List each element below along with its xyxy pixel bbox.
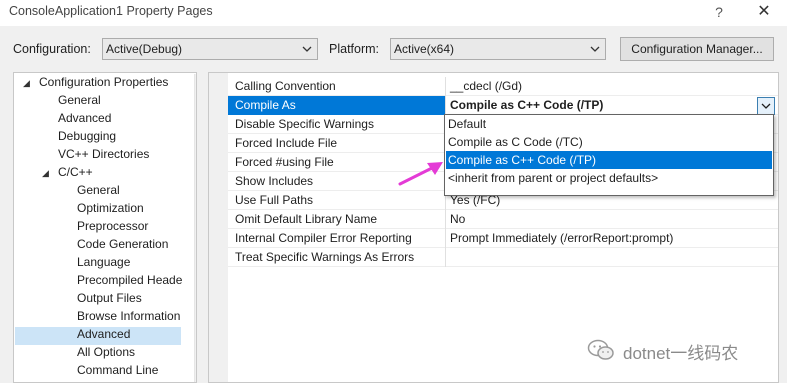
column-divider <box>445 77 446 96</box>
property-value: Prompt Immediately (/errorReport:prompt) <box>450 231 674 245</box>
property-value: No <box>450 212 466 226</box>
grid-row[interactable]: Treat Specific Warnings As Errors <box>228 248 778 267</box>
property-name: Show Includes <box>235 174 314 188</box>
configuration-value: Active(Debug) <box>106 42 183 56</box>
platform-label: Platform: <box>329 42 380 56</box>
compile-as-dropdown-button[interactable] <box>757 97 775 115</box>
watermark: dotnet一线码农 <box>587 336 777 364</box>
property-value: Compile as C++ Code (/TP) <box>450 98 604 112</box>
property-tree[interactable]: ◢ Configuration Properties General Advan… <box>13 72 197 383</box>
tree-item-configuration-properties[interactable]: Configuration Properties <box>39 73 168 91</box>
configuration-combo[interactable]: Active(Debug) <box>102 38 318 60</box>
dropdown-option-inherit[interactable]: <inherit from parent or project defaults… <box>446 169 772 187</box>
column-divider <box>445 210 446 229</box>
property-name: Disable Specific Warnings <box>235 117 374 131</box>
tree-scrollbar[interactable] <box>194 74 196 382</box>
grid-row[interactable]: Calling Convention __cdecl (/Gd) <box>228 77 778 96</box>
column-divider <box>445 248 446 267</box>
property-name: Omit Default Library Name <box>235 212 378 226</box>
dropdown-option-c-code[interactable]: Compile as C Code (/TC) <box>446 133 772 151</box>
help-button[interactable]: ? <box>703 0 735 26</box>
tree-item-language[interactable]: Language <box>77 253 130 271</box>
watermark-text: dotnet一线码农 <box>623 344 739 363</box>
property-name: Internal Compiler Error Reporting <box>235 231 412 245</box>
tree-item-browse-information[interactable]: Browse Information <box>77 307 180 325</box>
triangle-expander-icon[interactable]: ◢ <box>23 78 30 89</box>
chevron-down-icon <box>761 103 771 109</box>
property-name: Use Full Paths <box>235 193 314 207</box>
tree-item-code-generation[interactable]: Code Generation <box>77 235 168 253</box>
configuration-manager-button[interactable]: Configuration Manager... <box>620 37 774 61</box>
title-bar: ConsoleApplication1 Property Pages ? ✕ <box>0 0 787 26</box>
wechat-icon <box>587 339 614 360</box>
tree-item-cpp-advanced[interactable]: Advanced <box>77 325 130 343</box>
annotation-arrow-icon <box>398 162 443 186</box>
property-name: Calling Convention <box>235 79 336 93</box>
dropdown-option-default[interactable]: Default <box>446 115 772 133</box>
tree-item-cpp-general[interactable]: General <box>77 181 120 199</box>
column-divider <box>445 96 446 115</box>
grid-row[interactable]: Omit Default Library Name No <box>228 210 778 229</box>
column-divider <box>445 229 446 248</box>
property-name: Compile As <box>235 98 296 112</box>
grid-row[interactable]: Internal Compiler Error Reporting Prompt… <box>228 229 778 248</box>
tree-item-debugging[interactable]: Debugging <box>58 127 116 145</box>
window-title: ConsoleApplication1 Property Pages <box>9 4 213 18</box>
tree-item-optimization[interactable]: Optimization <box>77 199 144 217</box>
tree-item-general[interactable]: General <box>58 91 101 109</box>
compile-as-dropdown-list[interactable]: Default Compile as C Code (/TC) Compile … <box>444 114 774 196</box>
triangle-expander-icon[interactable]: ◢ <box>42 168 49 179</box>
property-value: __cdecl (/Gd) <box>450 79 523 93</box>
configuration-label: Configuration: <box>13 42 91 56</box>
tree-item-output-files[interactable]: Output Files <box>77 289 142 307</box>
property-name: Treat Specific Warnings As Errors <box>235 250 415 264</box>
close-button[interactable]: ✕ <box>744 0 784 26</box>
chevron-down-icon <box>302 46 312 52</box>
property-name: Forced #using File <box>235 155 334 169</box>
platform-combo[interactable]: Active(x64) <box>390 38 606 60</box>
tree-item-advanced[interactable]: Advanced <box>58 109 111 127</box>
platform-value: Active(x64) <box>394 42 455 56</box>
grid-row-compile-as[interactable]: Compile As Compile as C++ Code (/TP) <box>228 96 778 115</box>
tree-item-all-options[interactable]: All Options <box>77 343 135 361</box>
dropdown-option-cpp-code[interactable]: Compile as C++ Code (/TP) <box>446 151 772 169</box>
tree-item-c-cpp[interactable]: C/C++ <box>58 163 93 181</box>
property-name: Forced Include File <box>235 136 338 150</box>
grid-gutter <box>209 73 228 382</box>
tree-item-precompiled-headers[interactable]: Precompiled Heade <box>77 271 182 289</box>
tree-item-command-line[interactable]: Command Line <box>77 361 158 379</box>
tree-item-preprocessor[interactable]: Preprocessor <box>77 217 148 235</box>
chevron-down-icon <box>590 46 600 52</box>
tree-item-vc-directories[interactable]: VC++ Directories <box>58 145 149 163</box>
